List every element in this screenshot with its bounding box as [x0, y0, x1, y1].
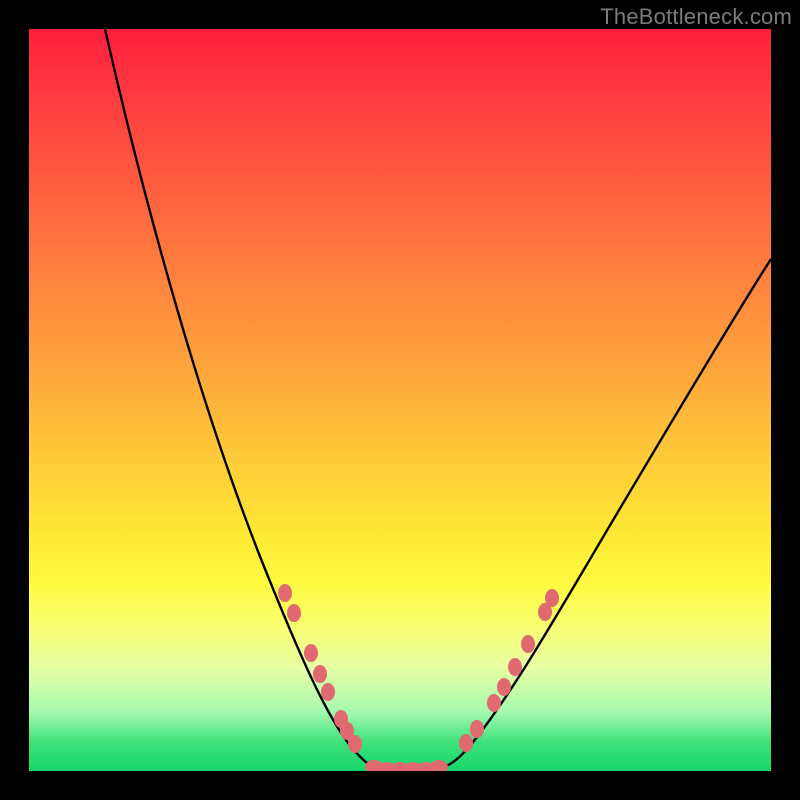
marker-left: [313, 665, 327, 683]
marker-bottom: [430, 760, 448, 771]
curve-right: [431, 259, 771, 769]
marker-right: [521, 635, 535, 653]
chart-stage: TheBottleneck.com: [0, 0, 800, 800]
marker-right: [459, 734, 473, 752]
plot-area: [29, 29, 771, 771]
marker-left: [348, 735, 362, 753]
marker-right: [508, 658, 522, 676]
marker-left: [321, 683, 335, 701]
marker-left: [304, 644, 318, 662]
marker-right: [497, 678, 511, 696]
marker-left: [278, 584, 292, 602]
curve-svg: [29, 29, 771, 771]
marker-left: [287, 604, 301, 622]
marker-right: [545, 589, 559, 607]
marker-right: [470, 720, 484, 738]
curve-left: [105, 29, 385, 769]
watermark-text: TheBottleneck.com: [600, 4, 792, 30]
marker-right: [487, 694, 501, 712]
